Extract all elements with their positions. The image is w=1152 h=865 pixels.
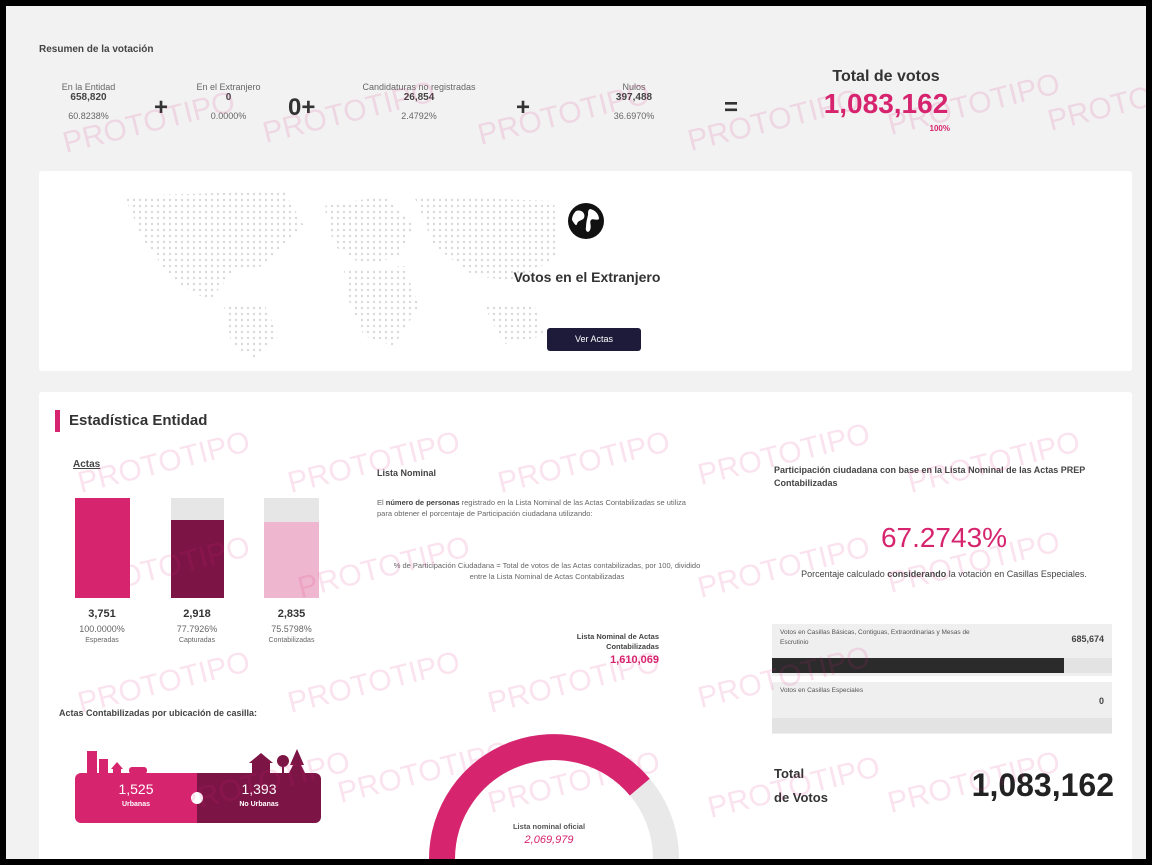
actas-stat-label: Capturadas [178, 637, 216, 644]
urbanas-block: 1,525 Urbanas [75, 773, 197, 823]
actas-stat-contabilizadas: 2,835 75.5798% Contabilizadas [249, 608, 334, 644]
lista-description: El número de personas registrado en la L… [377, 497, 702, 519]
actas-title: Actas [73, 459, 101, 470]
actas-stat-value: 2,918 [183, 608, 211, 620]
participacion-title: Participación ciudadana con base en la L… [774, 465, 1086, 488]
summary-item-label: Candidaturas no registradas [362, 82, 476, 92]
ubicacion-title: Actas Contabilizadas por ubicación de ca… [59, 708, 258, 718]
lista-oficial-label: Lista nominal oficial [512, 822, 586, 831]
stats-card: Estadística Entidad Actas 3,751 100.0000… [39, 392, 1132, 859]
votos-basicas-fill [772, 658, 1065, 673]
summary-item-value: 658,820 [70, 92, 107, 103]
votos-basicas-label: Votos en Casillas Básicas, Contiguas, Ex… [780, 629, 970, 646]
summary-item-label: Nulos [622, 82, 646, 92]
participacion-note-pre: Porcentaje calculado [801, 569, 885, 579]
actas-stat-value: 2,835 [277, 608, 306, 620]
actas-bar-esperadas [75, 498, 130, 598]
participacion-note: Porcentaje calculado considerando la vot… [774, 568, 1114, 581]
plus-operator: + [154, 94, 169, 121]
actas-bar-fill [171, 520, 224, 598]
participacion-value: 67.2743% [880, 522, 1008, 553]
actas-stat-esperadas: 3,751 100.0000% Esperadas [62, 608, 142, 644]
no-urbanas-value: 1,393 [241, 781, 277, 797]
summary-item-nulos: Nulos 397,488 36.6970% [579, 82, 689, 121]
summary-item-no-registradas: Candidaturas no registradas 26,854 2.479… [334, 82, 504, 121]
summary-title: Resumen de la votación [39, 44, 154, 55]
actas-bar-capturadas [171, 498, 224, 598]
summary-item-label: En el Extranjero [196, 82, 261, 92]
votos-especiales-value: 0 [1098, 696, 1104, 706]
votos-basicas-row: Votos en Casillas Básicas, Contiguas, Ex… [772, 624, 1112, 676]
summary-item-label: En la Entidad [61, 82, 116, 92]
actas-bar-fill [264, 522, 319, 598]
no-urbanas-label: No Urbanas [239, 801, 279, 808]
actas-stat-label: Esperadas [85, 637, 119, 644]
lista-desc-bold: número de personas [385, 498, 460, 507]
votos-especiales-track [772, 718, 1112, 733]
lista-formula: % de Participación Ciudadana = Total de … [393, 561, 701, 581]
summary-item-pct: 2.4792% [401, 111, 437, 121]
actas-stat-label: Contabilizadas [268, 637, 315, 644]
total-votos-label-1: Total [774, 766, 805, 781]
total-votos-value: 1,083,162 [971, 767, 1114, 803]
ubicacion-divider-dot [191, 792, 203, 804]
actas-stat-pct: 100.0000% [79, 624, 125, 634]
summary-item-pct: 60.8238% [68, 111, 109, 121]
no-urbanas-block: 1,393 No Urbanas [197, 773, 321, 823]
plus-operator: + [516, 94, 531, 121]
actas-stat-value: 3,751 [88, 608, 116, 620]
abroad-title: Votos en el Extranjero [513, 269, 661, 285]
total-votos-label-2: de Votos [774, 790, 828, 805]
watermark: PROTOTIPO [1044, 63, 1146, 138]
stats-title: Estadística Entidad [69, 412, 208, 429]
summary-item-value: 0 [225, 92, 232, 103]
lista-oficial-value: 2,069,979 [524, 834, 574, 846]
lista-desc-pre: El [377, 498, 384, 507]
globe-icon [566, 201, 606, 241]
section-accent-bar [55, 410, 60, 432]
votos-basicas-value: 685,674 [1071, 634, 1104, 644]
votos-basicas-track [772, 658, 1112, 673]
lista-title: Lista Nominal [377, 468, 437, 478]
summary-item-entidad: En la Entidad 658,820 60.8238% [46, 82, 131, 121]
summary-item-pct: 36.6970% [613, 111, 655, 121]
summary-item-extranjero: En el Extranjero 0 0.0000% [181, 82, 276, 121]
summary-item-pct: 0.0000% [210, 111, 247, 121]
summary-item-value: 397,488 [615, 92, 653, 103]
participacion-note-post: la votación en Casillas Especiales. [948, 569, 1087, 579]
equals-operator: = [724, 94, 739, 121]
votos-especiales-label: Votos en Casillas Especiales [780, 687, 864, 694]
urbanas-value: 1,525 [118, 781, 154, 797]
participacion-note-bold: considerando [887, 569, 947, 579]
actas-bar-contabilizadas [264, 498, 319, 598]
summary-total-pct: 100% [929, 124, 950, 133]
prep-screen: Resumen de la votación En la Entidad 658… [6, 6, 1146, 859]
actas-stat-pct: 75.5798% [271, 624, 312, 634]
world-map-dots [124, 191, 559, 358]
lista-contab-label: Lista Nominal de Actas Contabilizadas [576, 632, 659, 651]
votos-especiales-row: Votos en Casillas Especiales 0 [772, 682, 1112, 734]
actas-stat-pct: 77.7926% [176, 624, 218, 634]
urbanas-label: Urbanas [121, 801, 150, 808]
ver-actas-button[interactable]: Ver Actas [547, 328, 641, 351]
abroad-card: Votos en el Extranjero Ver Actas [39, 171, 1132, 371]
summary-total-value: 1,083,162 [823, 88, 949, 119]
actas-bar-fill [75, 498, 130, 598]
summary-total: Total de votos 1,083,162 100% [806, 68, 966, 133]
summary-item-value: 26,854 [403, 92, 435, 103]
lista-contab-value: 1,610,069 [610, 654, 659, 666]
summary-total-label: Total de votos [832, 68, 940, 85]
zero-plus-operator: 0+ [288, 94, 316, 121]
actas-stat-capturadas: 2,918 77.7926% Capturadas [157, 608, 237, 644]
